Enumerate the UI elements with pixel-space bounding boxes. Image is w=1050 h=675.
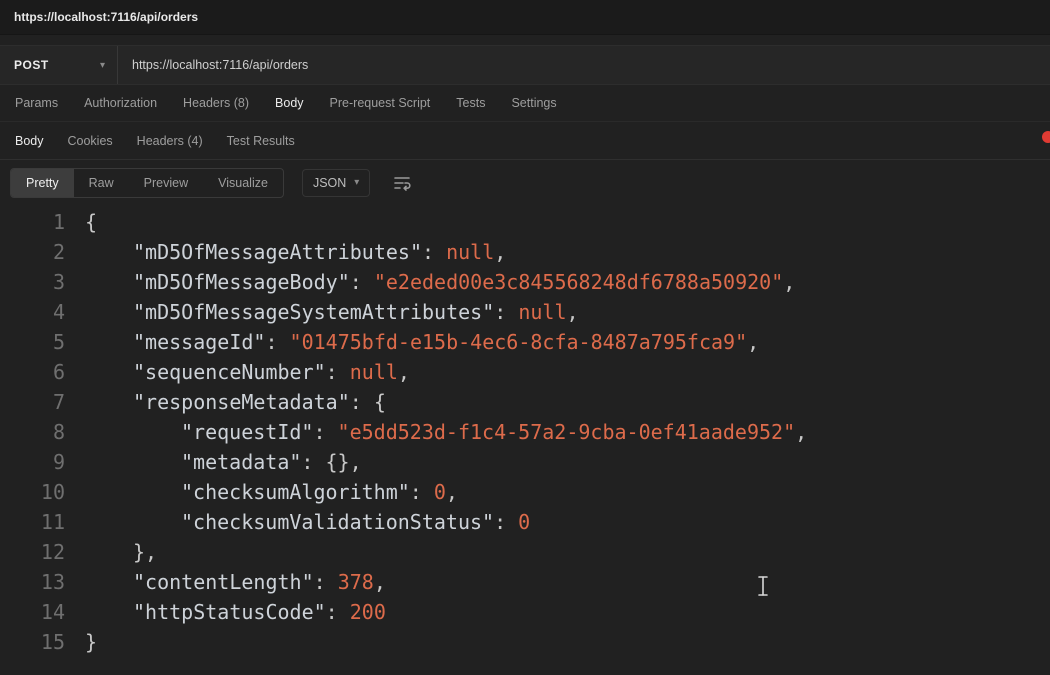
code-line: 1{	[0, 207, 1050, 237]
line-content: "requestId": "e5dd523d-f1c4-57a2-9cba-0e…	[65, 417, 807, 447]
line-content: "checksumValidationStatus": 0	[65, 507, 530, 537]
line-number: 6	[0, 357, 65, 387]
code-line: 11"checksumValidationStatus": 0	[0, 507, 1050, 537]
line-number: 8	[0, 417, 65, 447]
chevron-down-icon: ▾	[100, 60, 105, 71]
notification-dot	[1042, 131, 1050, 143]
request-tab-headers-8[interactable]: Headers (8)	[183, 96, 249, 110]
view-tab-visualize[interactable]: Visualize	[203, 169, 283, 197]
line-number: 1	[0, 207, 65, 237]
code-line: 5"messageId": "01475bfd-e15b-4ec6-8cfa-8…	[0, 327, 1050, 357]
line-content: "contentLength": 378,	[65, 567, 386, 597]
request-tab-settings[interactable]: Settings	[511, 96, 556, 110]
line-content: "metadata": {},	[65, 447, 362, 477]
code-line: 14"httpStatusCode": 200	[0, 597, 1050, 627]
wrap-text-icon	[392, 173, 412, 193]
code-line: 8"requestId": "e5dd523d-f1c4-57a2-9cba-0…	[0, 417, 1050, 447]
line-content: }	[65, 627, 97, 657]
line-number: 11	[0, 507, 65, 537]
code-line: 7"responseMetadata": {	[0, 387, 1050, 417]
code-line: 3"mD5OfMessageBody": "e2eded00e3c8455682…	[0, 267, 1050, 297]
app-top-bar: https://localhost:7116/api/orders	[0, 0, 1050, 35]
chevron-down-icon: ▾	[354, 177, 359, 188]
wrap-text-button[interactable]	[392, 173, 412, 193]
line-number: 5	[0, 327, 65, 357]
view-tab-preview[interactable]: Preview	[129, 169, 203, 197]
line-content: "mD5OfMessageBody": "e2eded00e3c84556824…	[65, 267, 795, 297]
line-content: "checksumAlgorithm": 0,	[65, 477, 458, 507]
spacer	[0, 35, 1050, 45]
line-content: "httpStatusCode": 200	[65, 597, 386, 627]
response-tab-cookies[interactable]: Cookies	[68, 134, 113, 148]
line-content: "messageId": "01475bfd-e15b-4ec6-8cfa-84…	[65, 327, 759, 357]
response-tabs: Body Cookies Headers (4) Test Results	[0, 122, 1050, 160]
response-tab-body[interactable]: Body	[15, 134, 44, 148]
request-tab-tests[interactable]: Tests	[456, 96, 485, 110]
line-number: 15	[0, 627, 65, 657]
code-line: 6"sequenceNumber": null,	[0, 357, 1050, 387]
line-content: "sequenceNumber": null,	[65, 357, 410, 387]
response-view-toolbar: PrettyRawPreviewVisualize JSON ▾	[0, 160, 1050, 205]
code-line: 13"contentLength": 378,	[0, 567, 1050, 597]
response-tab-test-results[interactable]: Test Results	[227, 134, 295, 148]
line-number: 7	[0, 387, 65, 417]
line-number: 12	[0, 537, 65, 567]
view-tab-raw[interactable]: Raw	[74, 169, 129, 197]
request-url-bar: POST ▾ https://localhost:7116/api/orders	[0, 45, 1050, 85]
code-line: 4"mD5OfMessageSystemAttributes": null,	[0, 297, 1050, 327]
line-content: {	[65, 207, 97, 237]
code-line: 10"checksumAlgorithm": 0,	[0, 477, 1050, 507]
request-tab-title[interactable]: https://localhost:7116/api/orders	[14, 10, 198, 24]
line-number: 4	[0, 297, 65, 327]
view-tab-pretty[interactable]: Pretty	[11, 169, 74, 197]
format-dropdown[interactable]: JSON ▾	[302, 169, 370, 197]
line-number: 14	[0, 597, 65, 627]
line-number: 9	[0, 447, 65, 477]
text-cursor	[756, 575, 770, 602]
line-number: 2	[0, 237, 65, 267]
view-tabs: PrettyRawPreviewVisualize	[10, 168, 284, 198]
request-tab-body[interactable]: Body	[275, 96, 304, 110]
line-number: 13	[0, 567, 65, 597]
method-dropdown[interactable]: POST ▾	[0, 46, 118, 84]
request-tab-authorization[interactable]: Authorization	[84, 96, 157, 110]
line-content: "mD5OfMessageAttributes": null,	[65, 237, 506, 267]
line-number: 10	[0, 477, 65, 507]
url-input[interactable]: https://localhost:7116/api/orders	[118, 46, 1050, 84]
url-text: https://localhost:7116/api/orders	[132, 58, 308, 72]
line-content: },	[65, 537, 157, 567]
format-value: JSON	[313, 176, 346, 190]
request-tabs: Params Authorization Headers (8) Body Pre-re…	[0, 85, 1050, 122]
line-number: 3	[0, 267, 65, 297]
code-line: 12},	[0, 537, 1050, 567]
line-content: "mD5OfMessageSystemAttributes": null,	[65, 297, 579, 327]
postman-window: { "window": { "tab_title": "https://loca…	[0, 0, 1050, 675]
code-line: 15}	[0, 627, 1050, 657]
response-body-viewer[interactable]: 1{2"mD5OfMessageAttributes": null,3"mD5O…	[0, 205, 1050, 657]
request-tab-pre-request-script[interactable]: Pre-request Script	[330, 96, 431, 110]
method-label: POST	[14, 58, 49, 72]
line-content: "responseMetadata": {	[65, 387, 386, 417]
request-tab-params[interactable]: Params	[15, 96, 58, 110]
code-lines: 1{2"mD5OfMessageAttributes": null,3"mD5O…	[0, 207, 1050, 657]
code-line: 2"mD5OfMessageAttributes": null,	[0, 237, 1050, 267]
response-tab-headers-4[interactable]: Headers (4)	[137, 134, 203, 148]
code-line: 9"metadata": {},	[0, 447, 1050, 477]
